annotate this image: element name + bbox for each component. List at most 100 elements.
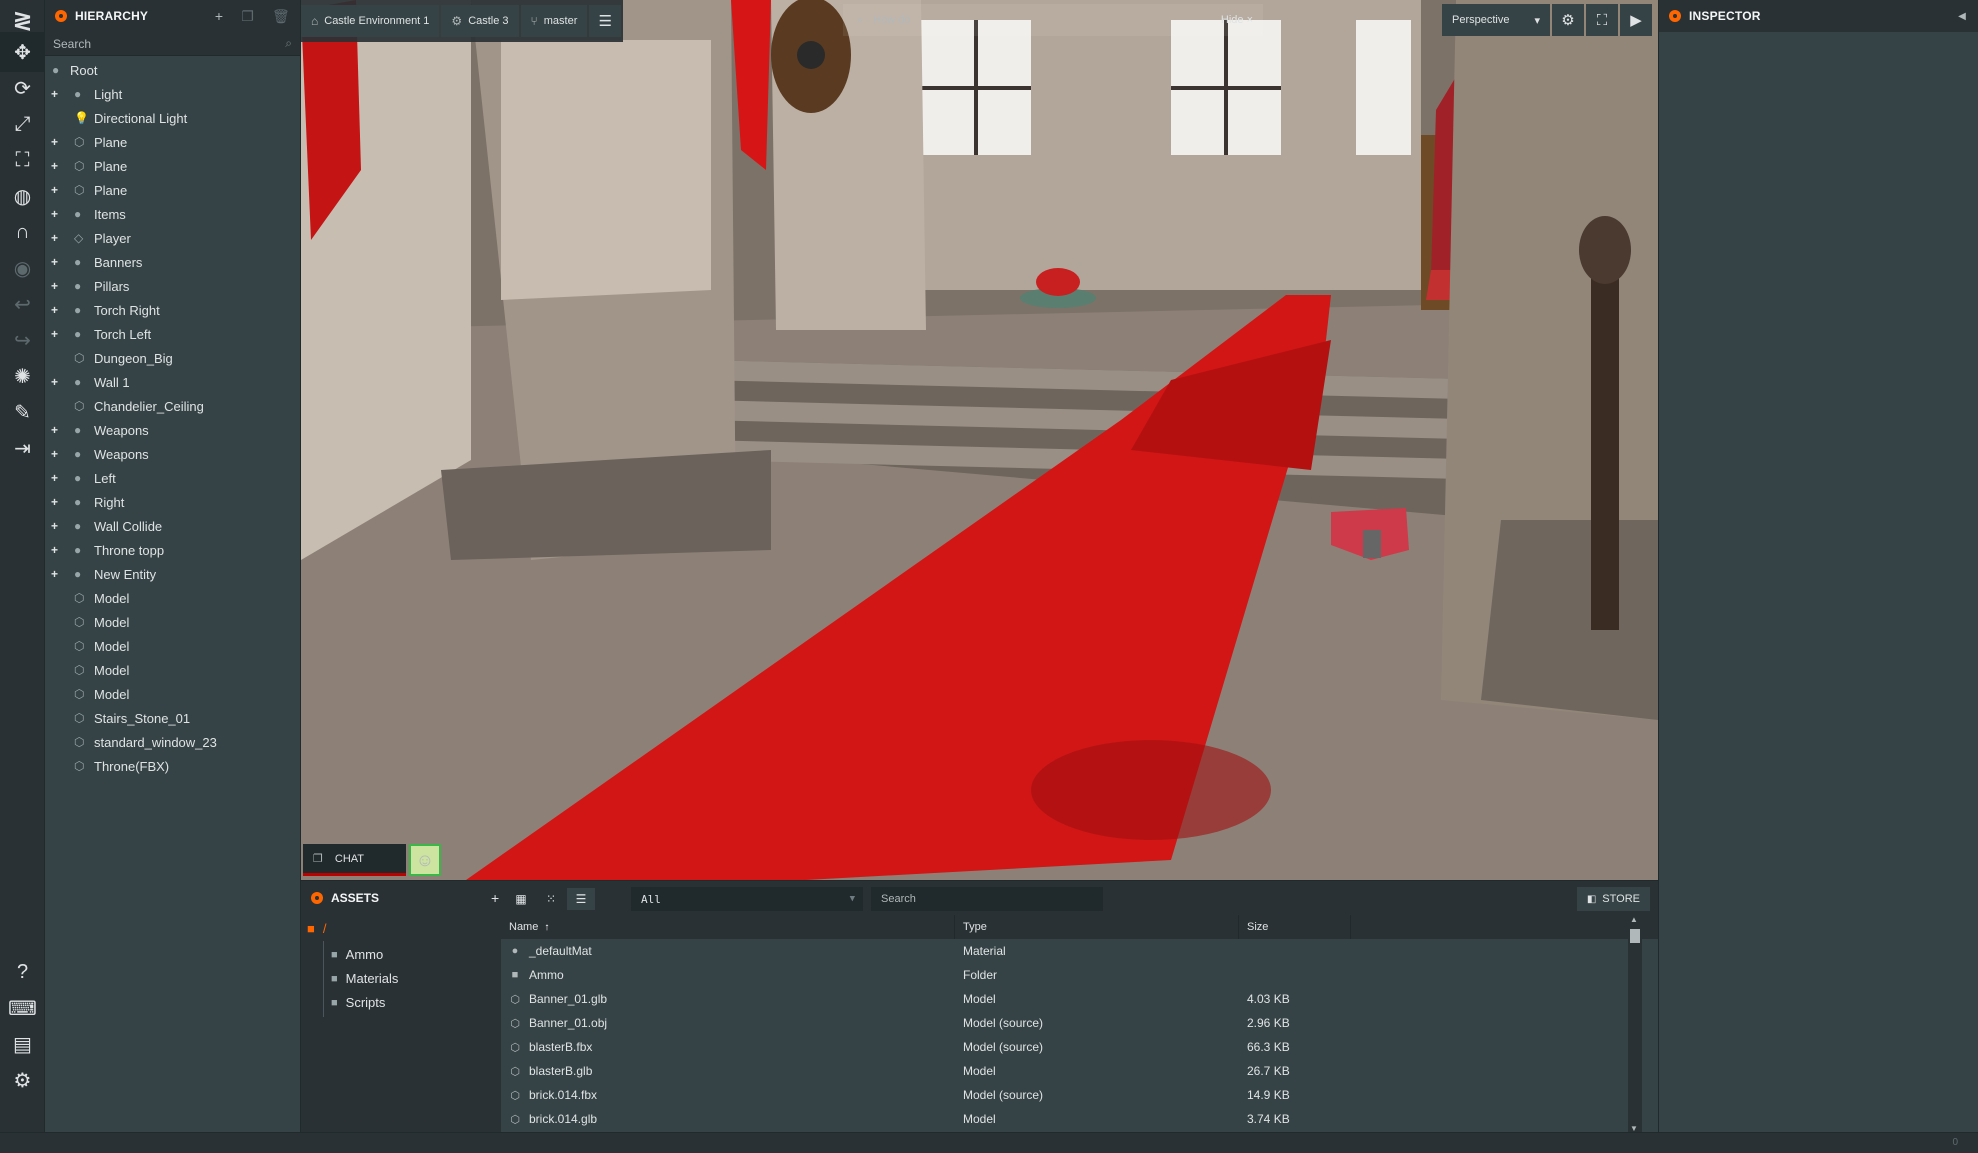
expand-icon[interactable]: +	[51, 471, 61, 485]
scroll-up-icon[interactable]: ▲	[1630, 915, 1638, 924]
publish-icon[interactable]: ⇥	[0, 428, 45, 468]
tree-node[interactable]: + ● Pillars	[45, 274, 300, 298]
expand-icon[interactable]: +	[51, 423, 61, 437]
expand-icon[interactable]: +	[51, 567, 61, 581]
visibility-icon[interactable]: ◉	[0, 248, 45, 288]
tree-node[interactable]: ⬡ Model	[45, 634, 300, 658]
scrollbar[interactable]: ▲ ▼	[1628, 915, 1642, 1133]
panel-collapse-icon[interactable]	[1669, 10, 1681, 22]
expand-icon[interactable]: +	[51, 135, 61, 149]
tree-node[interactable]: + ● Items	[45, 202, 300, 226]
chat-button[interactable]: ❐ CHAT	[303, 844, 406, 876]
expand-icon[interactable]: +	[51, 543, 61, 557]
expand-icon[interactable]: +	[51, 183, 61, 197]
tree-node-root[interactable]: ● Root	[45, 58, 300, 82]
tree-node[interactable]: + ⬡ Plane	[45, 178, 300, 202]
tree-node[interactable]: ⬡ standard_window_23	[45, 730, 300, 754]
expand-icon[interactable]: +	[51, 87, 61, 101]
column-size-header[interactable]: Size	[1239, 915, 1351, 939]
table-row[interactable]: ⬡ brick.014.glb Model 3.74 KB	[501, 1107, 1658, 1131]
folder-root[interactable]: ■ /	[307, 921, 326, 936]
scene-render[interactable]	[301, 0, 1658, 880]
collapse-icon[interactable]: ◀	[1958, 11, 1966, 22]
expand-icon[interactable]: +	[51, 255, 61, 269]
world-icon[interactable]: ◍	[0, 176, 45, 216]
expand-icon[interactable]: +	[51, 231, 61, 245]
resize-icon[interactable]: ⛶	[0, 140, 45, 180]
expand-icon[interactable]: +	[51, 279, 61, 293]
tree-node[interactable]: + ⬡ Plane	[45, 130, 300, 154]
folder-ammo[interactable]: ■ Ammo	[331, 947, 383, 962]
table-row[interactable]: ⬡ Banner_01.obj Model (source) 2.96 KB	[501, 1011, 1658, 1035]
delete-icon[interactable]: 🗑	[272, 8, 290, 25]
tree-node[interactable]: + ● Wall Collide	[45, 514, 300, 538]
table-row[interactable]: ● _defaultMat Material	[501, 939, 1658, 963]
hierarchy-search-input[interactable]: Search ⌕	[45, 32, 300, 56]
store-button[interactable]: ◧ STORE	[1576, 887, 1650, 911]
launch-button[interactable]: ▶	[1620, 4, 1652, 36]
tree-node[interactable]: + ● Torch Right	[45, 298, 300, 322]
details-view-icon[interactable]: ☰	[567, 888, 595, 910]
table-row[interactable]: ⬡ brick.014.fbx Model (source) 14.9 KB	[501, 1083, 1658, 1107]
duplicate-icon[interactable]: ❐	[241, 8, 254, 25]
expand-icon[interactable]: +	[51, 519, 61, 533]
scale-icon[interactable]: ⤢	[0, 104, 45, 144]
expand-icon[interactable]: +	[51, 303, 61, 317]
tree-node[interactable]: + ◇ Player	[45, 226, 300, 250]
tree-node[interactable]: ⬡ Chandelier_Ceiling	[45, 394, 300, 418]
expand-icon[interactable]: +	[51, 207, 61, 221]
translate-icon[interactable]: ✥	[0, 32, 45, 72]
branch-button[interactable]: ⑂ master	[520, 5, 588, 37]
avatar[interactable]: ☺	[409, 844, 441, 876]
tree-node[interactable]: + ● Right	[45, 490, 300, 514]
tree-node[interactable]: ⬡ Model	[45, 658, 300, 682]
help-search-input[interactable]: ⌕ How do Hide ×	[843, 4, 1263, 36]
asset-type-select[interactable]: All ▼	[631, 887, 863, 911]
tree-node[interactable]: ⬡ Model	[45, 610, 300, 634]
undo-icon[interactable]: ↩	[0, 284, 45, 324]
tree-node[interactable]: ⬡ Throne(FBX)	[45, 754, 300, 778]
tree-node[interactable]: + ⬡ Plane	[45, 154, 300, 178]
project-button[interactable]: ⌂ Castle Environment 1	[301, 5, 440, 37]
tree-node[interactable]: + ● Banners	[45, 250, 300, 274]
tree-node[interactable]: + ● Torch Left	[45, 322, 300, 346]
expand-icon[interactable]: +	[51, 327, 61, 341]
table-row[interactable]: ⬡ Banner_01.glb Model 4.03 KB	[501, 987, 1658, 1011]
table-row[interactable]: ⬡ blasterB.fbx Model (source) 66.3 KB	[501, 1035, 1658, 1059]
folder-scripts[interactable]: ■ Scripts	[331, 995, 385, 1010]
camera-select[interactable]: Perspective ▾	[1442, 4, 1550, 36]
tree-node[interactable]: + ● Weapons	[45, 442, 300, 466]
column-name-header[interactable]: Name ↑	[501, 915, 955, 939]
tree-node[interactable]: ⬡ Model	[45, 682, 300, 706]
snap-icon[interactable]: ∩	[0, 212, 45, 252]
tree-node[interactable]: + ● Light	[45, 82, 300, 106]
tree-node[interactable]: + ● Weapons	[45, 418, 300, 442]
tree-node[interactable]: 💡 Directional Light	[45, 106, 300, 130]
settings-button[interactable]: ⚙	[1552, 4, 1584, 36]
expand-icon[interactable]: +	[51, 159, 61, 173]
tree-node[interactable]: + ● Wall 1	[45, 370, 300, 394]
expand-icon[interactable]: +	[51, 375, 61, 389]
redo-icon[interactable]: ↪	[0, 320, 45, 360]
settings-icon[interactable]: ⚙	[0, 1060, 45, 1100]
add-entity-icon[interactable]: +	[215, 8, 223, 25]
expand-icon[interactable]: +	[51, 447, 61, 461]
help-icon[interactable]: ?	[0, 952, 45, 992]
tree-node[interactable]: + ● Throne topp	[45, 538, 300, 562]
asset-search-input[interactable]: Search	[871, 887, 1103, 911]
expand-icon[interactable]: +	[51, 495, 61, 509]
rotate-icon[interactable]: ⟳	[0, 68, 45, 108]
list-button[interactable]: ☰	[589, 5, 622, 37]
add-asset-icon[interactable]: +	[491, 890, 499, 907]
edit-icon[interactable]: ✎	[0, 392, 45, 432]
tree-node[interactable]: ⬡ Stairs_Stone_01	[45, 706, 300, 730]
folder-materials[interactable]: ■ Materials	[331, 971, 398, 986]
tree-node[interactable]: ⬡ Model	[45, 586, 300, 610]
panel-collapse-icon[interactable]	[55, 10, 67, 22]
feedback-icon[interactable]: ▤	[0, 1024, 45, 1064]
table-row[interactable]: ■ Ammo Folder	[501, 963, 1658, 987]
tree-node[interactable]: + ● Left	[45, 466, 300, 490]
grid-large-icon[interactable]: ▦	[507, 888, 535, 910]
column-type-header[interactable]: Type	[955, 915, 1239, 939]
scene-viewport[interactable]: ⌂ Castle Environment 1 ⚙ Castle 3 ⑂ mast…	[301, 0, 1658, 880]
